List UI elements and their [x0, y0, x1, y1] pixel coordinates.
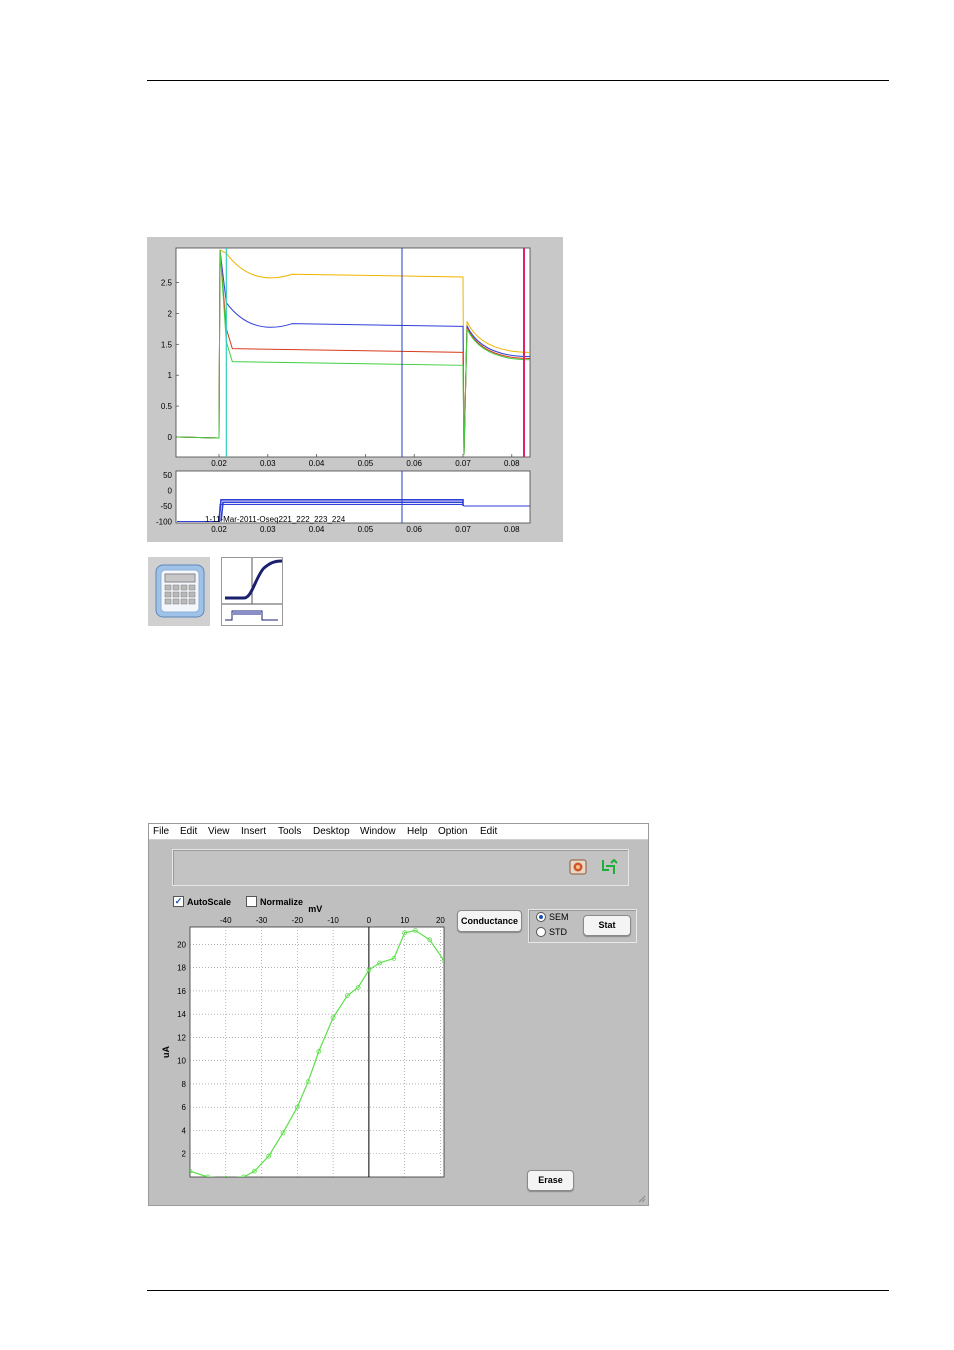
voltage-x-tick-label: 0.04 [309, 525, 325, 534]
x-tick-label: 0.02 [211, 459, 227, 468]
y-tick-label: 8 [182, 1080, 187, 1089]
y-tick-label: 0.5 [161, 402, 173, 411]
iv-analysis-window: File Edit View Insert Tools Desktop Wind… [148, 823, 649, 1206]
sem-label: SEM [549, 912, 569, 922]
x-tick-label: 0.07 [455, 459, 471, 468]
y-tick-label: 1 [168, 371, 173, 380]
resize-grip-icon[interactable] [638, 1195, 646, 1203]
y-tick-label: 2 [168, 309, 173, 318]
menu-tools[interactable]: Tools [278, 826, 301, 837]
pan-tool-icon[interactable] [600, 858, 618, 876]
menu-view[interactable]: View [208, 826, 230, 837]
footer-rule [147, 1290, 889, 1291]
menu-option[interactable]: Option [438, 826, 467, 837]
voltage-x-tick-label: 0.06 [406, 525, 422, 534]
sem-radio-dot [536, 911, 546, 922]
calculator-button[interactable] [148, 557, 210, 626]
statistics-panel: SEM STD Stat [528, 909, 637, 943]
header-rule [147, 80, 889, 81]
y-tick-label: 2.5 [161, 279, 173, 288]
x-tick-label: -10 [327, 916, 339, 925]
x-tick-label: 0.03 [260, 459, 276, 468]
voltage-y-tick-label: -50 [160, 502, 172, 511]
menu-insert[interactable]: Insert [241, 826, 266, 837]
traces-svg: 2.5 2 1.5 1 0.5 0 0.02 0.03 0.04 0.05 0.06 0.07 0.08… [156, 247, 531, 534]
menu-edit-2[interactable]: Edit [480, 826, 497, 837]
x-tick-label: 0.05 [358, 459, 374, 468]
menu-edit[interactable]: Edit [180, 826, 197, 837]
voltage-x-tick-label: 0.08 [504, 525, 520, 534]
y-tick-label: 6 [182, 1103, 187, 1112]
y-tick-label: 12 [177, 1033, 186, 1042]
y-tick-label: 0 [168, 433, 173, 442]
toolbar-panel [172, 849, 629, 886]
voltage-y-tick-label: 0 [168, 487, 173, 496]
x-tick-label: -20 [292, 916, 304, 925]
x-tick-label: -30 [256, 916, 268, 925]
y-tick-label: 2 [182, 1150, 187, 1159]
x-tick-label: 0.08 [504, 459, 520, 468]
y-tick-label: 16 [177, 987, 186, 996]
y-tick-label: 1.5 [161, 340, 173, 349]
conductance-button[interactable]: Conductance [457, 910, 522, 932]
traces-figure: 2.5 2 1.5 1 0.5 0 0.02 0.03 0.04 0.05 0.06 0.07 0.08… [147, 237, 563, 542]
x-tick-label: 20 [436, 916, 445, 925]
photo-icon[interactable] [569, 858, 587, 876]
x-tick-label: 0 [367, 916, 372, 925]
voltage-annotation: 1-11-Mar-2011-Oseq221_222_223_224 [205, 515, 346, 524]
y-tick-label: 20 [177, 940, 186, 949]
iv-curve-plot: -40 -30 -20 -10 0 10 20 20 18 16 14 12 10 8 6 4 2 mV uA [161, 904, 445, 1178]
menu-bar: File Edit View Insert Tools Desktop Wind… [149, 824, 648, 840]
erase-button[interactable]: Erase [527, 1170, 574, 1191]
voltage-x-tick-label: 0.07 [455, 525, 471, 534]
menu-window[interactable]: Window [360, 826, 396, 837]
x-tick-label: 0.06 [406, 459, 422, 468]
voltage-y-tick-label: 50 [163, 471, 172, 480]
x-tick-label: 10 [400, 916, 409, 925]
y-axis-label: uA [161, 1046, 171, 1058]
menu-file[interactable]: File [153, 826, 169, 837]
voltage-x-tick-label: 0.05 [358, 525, 374, 534]
voltage-x-tick-label: 0.03 [260, 525, 276, 534]
y-tick-label: 10 [177, 1057, 186, 1066]
conductance-curve-icon [222, 558, 283, 621]
conductance-curve-button[interactable] [221, 557, 283, 626]
y-tick-label: 18 [177, 964, 186, 973]
x-axis-label: mV [308, 904, 322, 914]
calculator-icon [155, 564, 205, 618]
voltage-y-tick-label: -100 [156, 518, 173, 527]
std-label: STD [549, 927, 567, 937]
y-tick-label: 4 [182, 1126, 187, 1135]
sem-radio[interactable]: SEM [536, 911, 569, 923]
voltage-x-tick-label: 0.02 [211, 525, 227, 534]
y-tick-label: 14 [177, 1010, 186, 1019]
stat-button[interactable]: Stat [583, 915, 631, 936]
x-tick-label: -40 [220, 916, 232, 925]
menu-desktop[interactable]: Desktop [313, 826, 350, 837]
menu-help[interactable]: Help [407, 826, 428, 837]
x-tick-label: 0.04 [309, 459, 325, 468]
std-radio[interactable]: STD [536, 926, 567, 938]
std-radio-dot [536, 926, 546, 937]
